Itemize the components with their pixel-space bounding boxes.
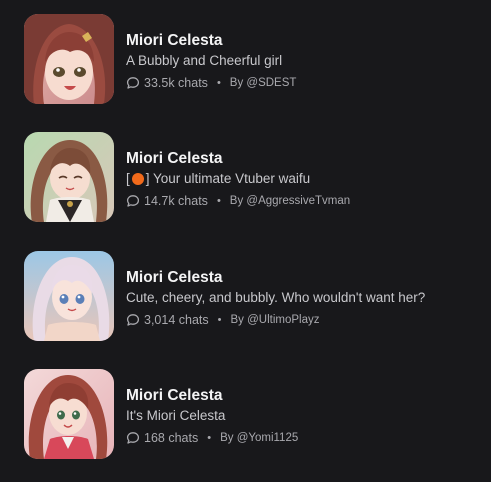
character-avatar[interactable] — [24, 14, 114, 104]
tagline-text: A Bubbly and Cheerful girl — [126, 53, 283, 68]
chat-count: 14.7k chats — [144, 194, 208, 208]
character-name[interactable]: Miori Celesta — [126, 32, 296, 52]
character-avatar[interactable] — [24, 132, 114, 222]
author-link[interactable]: By @SDEST — [230, 75, 297, 91]
character-info: Miori Celesta Cute, cheery, and bubbly. … — [126, 251, 425, 328]
character-tagline: A Bubbly and Cheerful girl — [126, 53, 296, 69]
character-card[interactable]: Miori Celesta Cute, cheery, and bubbly. … — [24, 251, 474, 343]
chat-count: 33.5k chats — [144, 76, 208, 90]
meta-separator: • — [217, 314, 222, 326]
character-tagline: It's Miori Celesta — [126, 408, 298, 424]
tagline-text: Cute, cheery, and bubbly. Who wouldn't w… — [126, 290, 426, 305]
character-meta: 168 chats • By @Yomi1125 — [126, 430, 298, 446]
character-name[interactable]: Miori Celesta — [126, 269, 425, 289]
character-tagline: Cute, cheery, and bubbly. Who wouldn't w… — [126, 290, 425, 306]
chat-bubble-icon — [126, 194, 140, 208]
character-info: Miori Celesta It's Miori Celesta 168 cha… — [126, 369, 298, 446]
character-avatar[interactable] — [24, 251, 114, 341]
meta-separator: • — [207, 432, 212, 444]
character-name[interactable]: Miori Celesta — [126, 150, 350, 170]
character-card[interactable]: Miori Celesta A Bubbly and Cheerful girl… — [24, 14, 474, 106]
character-card[interactable]: Miori Celesta It's Miori Celesta 168 cha… — [24, 369, 474, 461]
chat-bubble-icon — [126, 76, 140, 90]
character-meta: 3,014 chats • By @UltimoPlayz — [126, 312, 425, 328]
author-link[interactable]: By @AggressiveTvman — [230, 193, 350, 209]
chat-bubble-icon — [126, 431, 140, 445]
character-tagline: [ ] Your ultimate Vtuber waifu — [126, 171, 350, 187]
character-name[interactable]: Miori Celesta — [126, 387, 298, 407]
character-meta: 33.5k chats • By @SDEST — [126, 75, 296, 91]
character-list: Miori Celesta A Bubbly and Cheerful girl… — [0, 0, 491, 482]
chat-count: 3,014 chats — [144, 313, 209, 327]
meta-separator: • — [216, 195, 221, 207]
author-link[interactable]: By @UltimoPlayz — [231, 312, 320, 328]
character-info: Miori Celesta [ ] Your ultimate Vtuber w… — [126, 132, 350, 209]
character-meta: 14.7k chats • By @AggressiveTvman — [126, 193, 350, 209]
orange-circle-emoji-icon — [131, 173, 144, 185]
tagline-prefix: [ — [126, 171, 130, 186]
meta-separator: • — [216, 77, 221, 89]
character-info: Miori Celesta A Bubbly and Cheerful girl… — [126, 14, 296, 91]
tagline-text: It's Miori Celesta — [126, 408, 226, 423]
tagline-text: ] Your ultimate Vtuber waifu — [145, 171, 311, 186]
character-card[interactable]: Miori Celesta [ ] Your ultimate Vtuber w… — [24, 132, 474, 224]
chat-bubble-icon — [126, 313, 140, 327]
character-avatar[interactable] — [24, 369, 114, 459]
author-link[interactable]: By @Yomi1125 — [220, 430, 298, 446]
chat-count: 168 chats — [144, 431, 199, 445]
